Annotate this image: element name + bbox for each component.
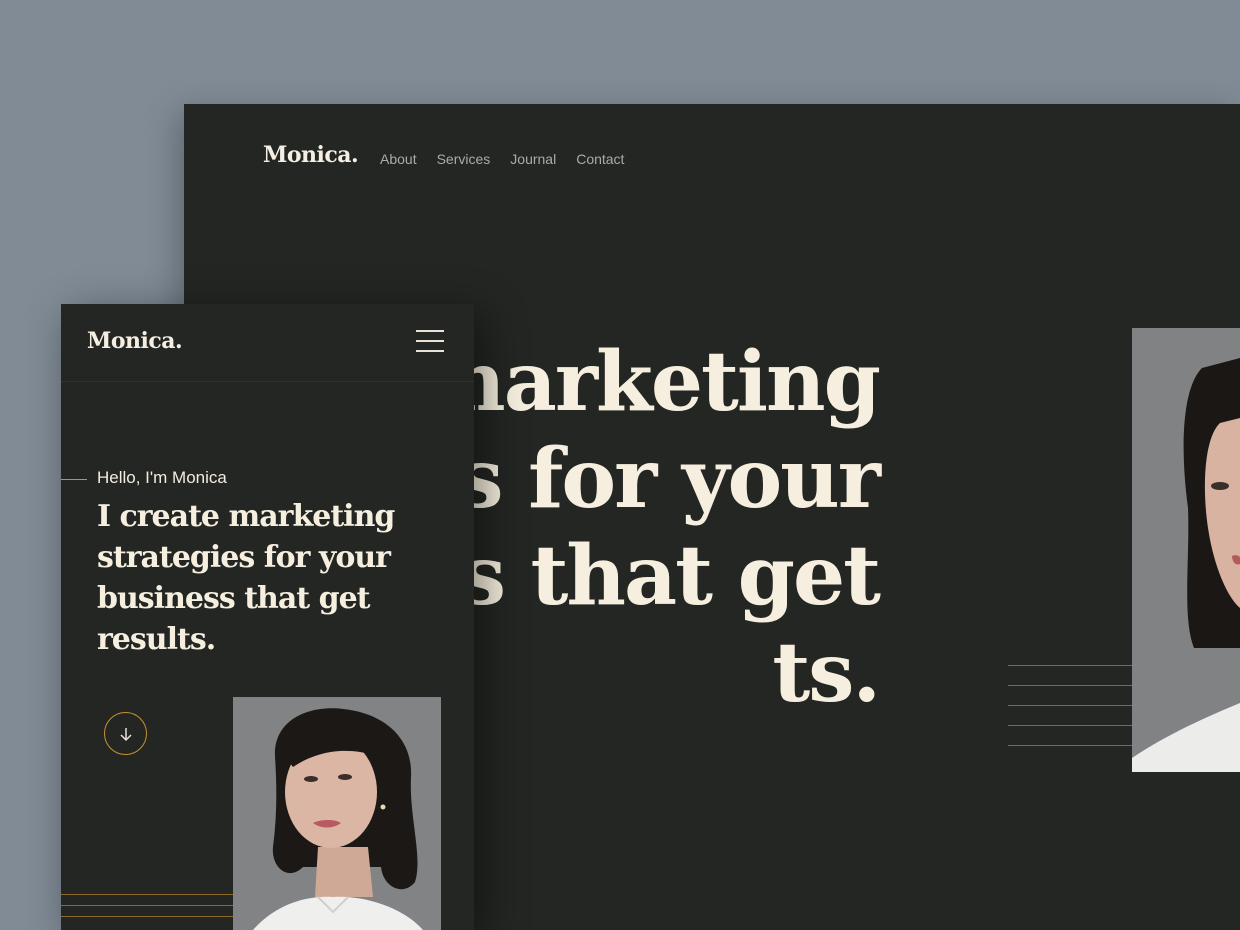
portrait-illustration (1132, 328, 1240, 772)
nav-services[interactable]: Services (437, 151, 491, 167)
nav-journal[interactable]: Journal (510, 151, 556, 167)
greeting-text: Hello, I'm Monica (97, 468, 227, 487)
decorative-lines (1008, 665, 1132, 765)
portrait-image (1132, 328, 1240, 772)
arrow-down-icon (119, 727, 132, 741)
mobile-hero-title: I create marketing strategies for your b… (97, 499, 395, 657)
nav-contact[interactable]: Contact (576, 151, 624, 167)
scroll-down-button[interactable] (104, 712, 147, 755)
decorative-lines (61, 894, 233, 927)
mobile-mockup: Monica. Hello, I'm Monica I create marke… (61, 304, 474, 930)
mobile-portrait-illustration (233, 697, 441, 930)
site-logo[interactable]: Monica. (263, 142, 359, 168)
main-nav: About Services Journal Contact (380, 151, 624, 167)
hamburger-icon[interactable] (416, 330, 444, 352)
mobile-portrait-image (233, 697, 441, 930)
mobile-logo[interactable]: Monica. (87, 328, 183, 354)
eyebrow-accent-line (61, 479, 87, 480)
mobile-header: Monica. (61, 304, 474, 382)
nav-about[interactable]: About (380, 151, 417, 167)
